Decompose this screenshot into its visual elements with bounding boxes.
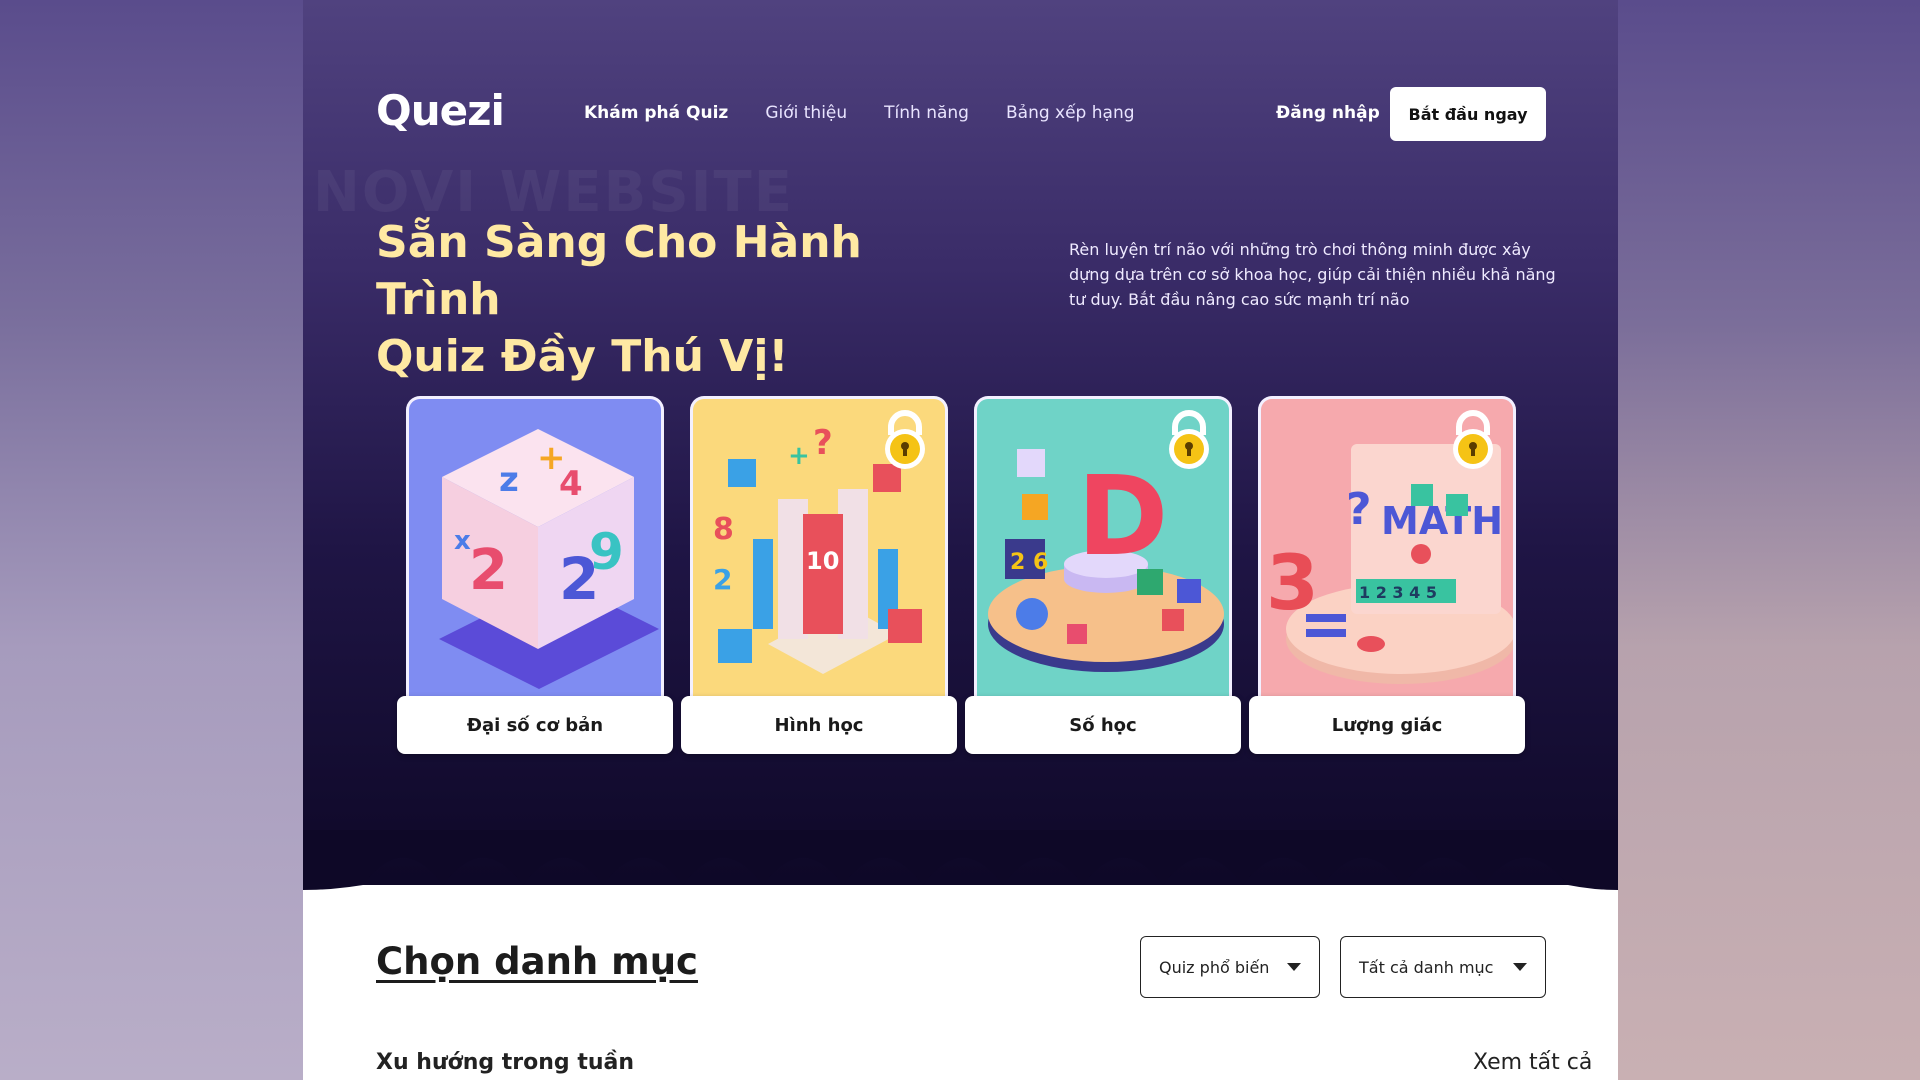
svg-text:z: z xyxy=(499,460,519,500)
chevron-down-icon xyxy=(1513,963,1527,971)
nav-item-features[interactable]: Tính năng xyxy=(884,103,969,123)
hero-headline: Sẵn Sàng Cho Hành Trình Quiz Đầy Thú Vị! xyxy=(376,214,996,385)
login-link[interactable]: Đăng nhập xyxy=(1276,103,1380,123)
landing-page: NOVI WEBSITE Quezi Khám phá Quiz Giới th… xyxy=(303,0,1618,1080)
card-illustration: D 2 6 xyxy=(974,396,1232,696)
card-art-text: MATH xyxy=(1381,499,1503,543)
svg-text:?: ? xyxy=(813,423,833,463)
svg-text:2 6: 2 6 xyxy=(1010,550,1048,575)
card-label[interactable]: Hình học xyxy=(681,696,957,754)
card-label[interactable]: Đại số cơ bản xyxy=(397,696,673,754)
background-left-blur xyxy=(0,0,303,1080)
card-label[interactable]: Lượng giác xyxy=(1249,696,1525,754)
lock-icon xyxy=(885,410,925,469)
lock-icon xyxy=(1453,410,1493,469)
hero-headline-line1: Sẵn Sàng Cho Hành Trình xyxy=(376,217,862,325)
nav-item-about[interactable]: Giới thiệu xyxy=(765,103,847,123)
categories-title: Chọn danh mục xyxy=(376,940,698,983)
start-now-button[interactable]: Bắt đầu ngay xyxy=(1390,87,1546,141)
svg-text:+: + xyxy=(788,441,810,471)
card-art-letter: D xyxy=(1077,452,1168,580)
svg-text:9: 9 xyxy=(589,523,624,581)
background-right-blur xyxy=(1617,0,1920,1080)
svg-text:2: 2 xyxy=(713,563,732,596)
see-all-link[interactable]: Xem tất cả xyxy=(1473,1050,1592,1075)
hero-description: Rèn luyện trí não với những trò chơi thô… xyxy=(1069,240,1556,309)
wave-divider xyxy=(303,830,1618,890)
svg-text:x: x xyxy=(454,526,471,556)
quiz-card-trigonometry[interactable]: MATH ? 1 2 3 4 5 3 Lượng giác xyxy=(1249,396,1525,756)
cube-illustration: z + 4 2 x 2 9 xyxy=(439,429,659,689)
card-illustration: MATH ? 1 2 3 4 5 3 xyxy=(1258,396,1516,696)
nav-item-leaderboard[interactable]: Bảng xếp hạng xyxy=(1006,103,1135,123)
chevron-down-icon xyxy=(1287,963,1301,971)
quiz-card-algebra[interactable]: z + 4 2 x 2 9 Đại số cơ bản xyxy=(397,396,673,756)
dropdown-value: Tất cả danh mục xyxy=(1359,957,1494,977)
trending-title: Xu hướng trong tuần xyxy=(376,1050,635,1075)
card-illustration: 10 ? 8 2 + xyxy=(690,396,948,696)
card-illustration: z + 4 2 x 2 9 xyxy=(406,396,664,696)
svg-text:?: ? xyxy=(1346,484,1372,535)
nav-item-explore[interactable]: Khám phá Quiz xyxy=(584,103,728,123)
all-categories-dropdown[interactable]: Tất cả danh mục xyxy=(1340,936,1546,998)
popular-quiz-dropdown[interactable]: Quiz phổ biến xyxy=(1140,936,1320,998)
quiz-card-geometry[interactable]: 10 ? 8 2 + Hình học xyxy=(681,396,957,756)
dropdown-value: Quiz phổ biến xyxy=(1159,957,1270,977)
card-label[interactable]: Số học xyxy=(965,696,1241,754)
svg-text:4: 4 xyxy=(559,464,583,504)
hero-headline-line2: Quiz Đầy Thú Vị! xyxy=(376,331,789,382)
svg-text:8: 8 xyxy=(713,512,734,547)
card-art-number: 10 xyxy=(806,547,839,575)
quiz-card-arithmetic[interactable]: D 2 6 Số học xyxy=(965,396,1241,756)
main-nav: Khám phá Quiz Giới thiệu Tính năng Bảng … xyxy=(584,103,1135,123)
brand-logo[interactable]: Quezi xyxy=(376,86,505,135)
svg-text:1 2 3 4 5: 1 2 3 4 5 xyxy=(1359,583,1437,602)
hero-section: NOVI WEBSITE Quezi Khám phá Quiz Giới th… xyxy=(303,0,1618,885)
svg-text:2: 2 xyxy=(469,538,508,603)
svg-text:3: 3 xyxy=(1266,538,1319,627)
lock-icon xyxy=(1169,410,1209,469)
